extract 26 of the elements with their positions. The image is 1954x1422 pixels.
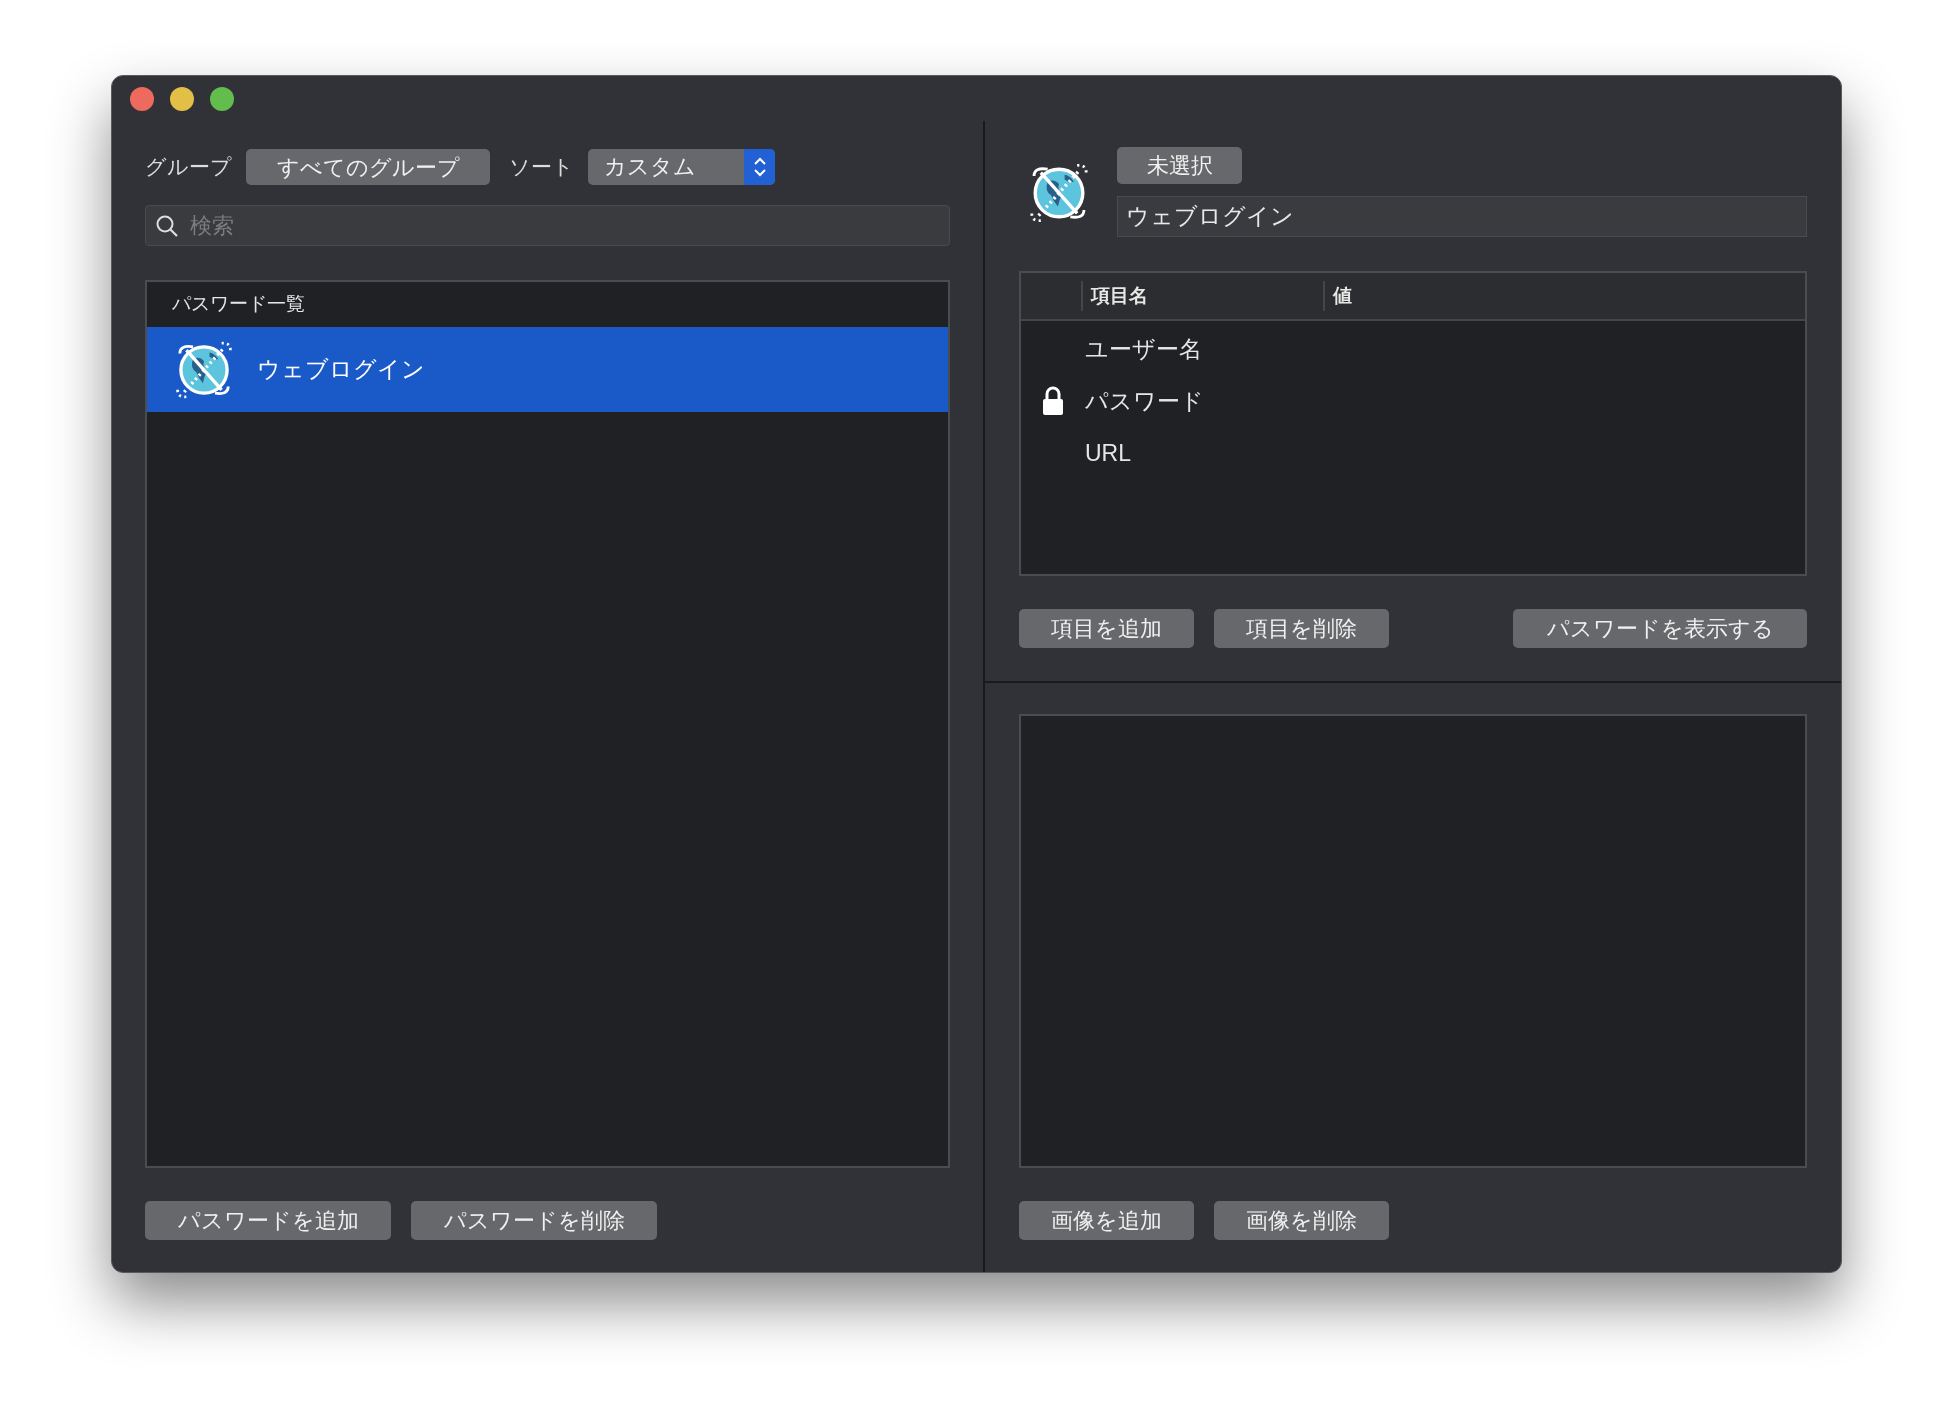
field-name-cell-text: ユーザー名 (1085, 334, 1202, 364)
field-name-cell-text: URL (1085, 438, 1131, 468)
sort-popup[interactable]: カスタム (588, 149, 775, 185)
close-button[interactable] (130, 86, 154, 111)
minimize-button[interactable] (170, 86, 194, 111)
group-label: グループ (145, 154, 233, 181)
column-header[interactable]: 値 (1333, 281, 1352, 311)
field-action-button[interactable]: 項目を削除 (1214, 609, 1389, 648)
column-header[interactable]: 項目名 (1091, 281, 1148, 311)
chevron-updown-icon (752, 156, 767, 178)
image-action-button[interactable]: 画像を削除 (1214, 1201, 1389, 1240)
search-field[interactable]: 検索 (145, 205, 950, 246)
image-action-button[interactable]: 画像を追加 (1019, 1201, 1194, 1240)
search-icon (155, 214, 179, 238)
zoom-button[interactable] (210, 86, 234, 111)
list-action-button[interactable]: パスワードを削除 (411, 1201, 657, 1240)
field-action-button[interactable]: 項目を追加 (1019, 609, 1194, 648)
sort-label: ソート (509, 154, 575, 181)
status-button[interactable]: 未選択 (1117, 147, 1242, 184)
list-header: パスワード一覧 (172, 292, 305, 317)
name-field[interactable]: ウェブログイン (1117, 196, 1807, 237)
group-popup-button[interactable]: すべてのグループ (246, 149, 490, 185)
password-list-item[interactable]: ウェブログイン (147, 327, 948, 412)
show-password-button[interactable]: パスワードを表示する (1513, 609, 1807, 648)
list-action-button[interactable]: パスワードを追加 (145, 1201, 391, 1240)
field-name-cell-text: パスワード (1085, 386, 1204, 416)
